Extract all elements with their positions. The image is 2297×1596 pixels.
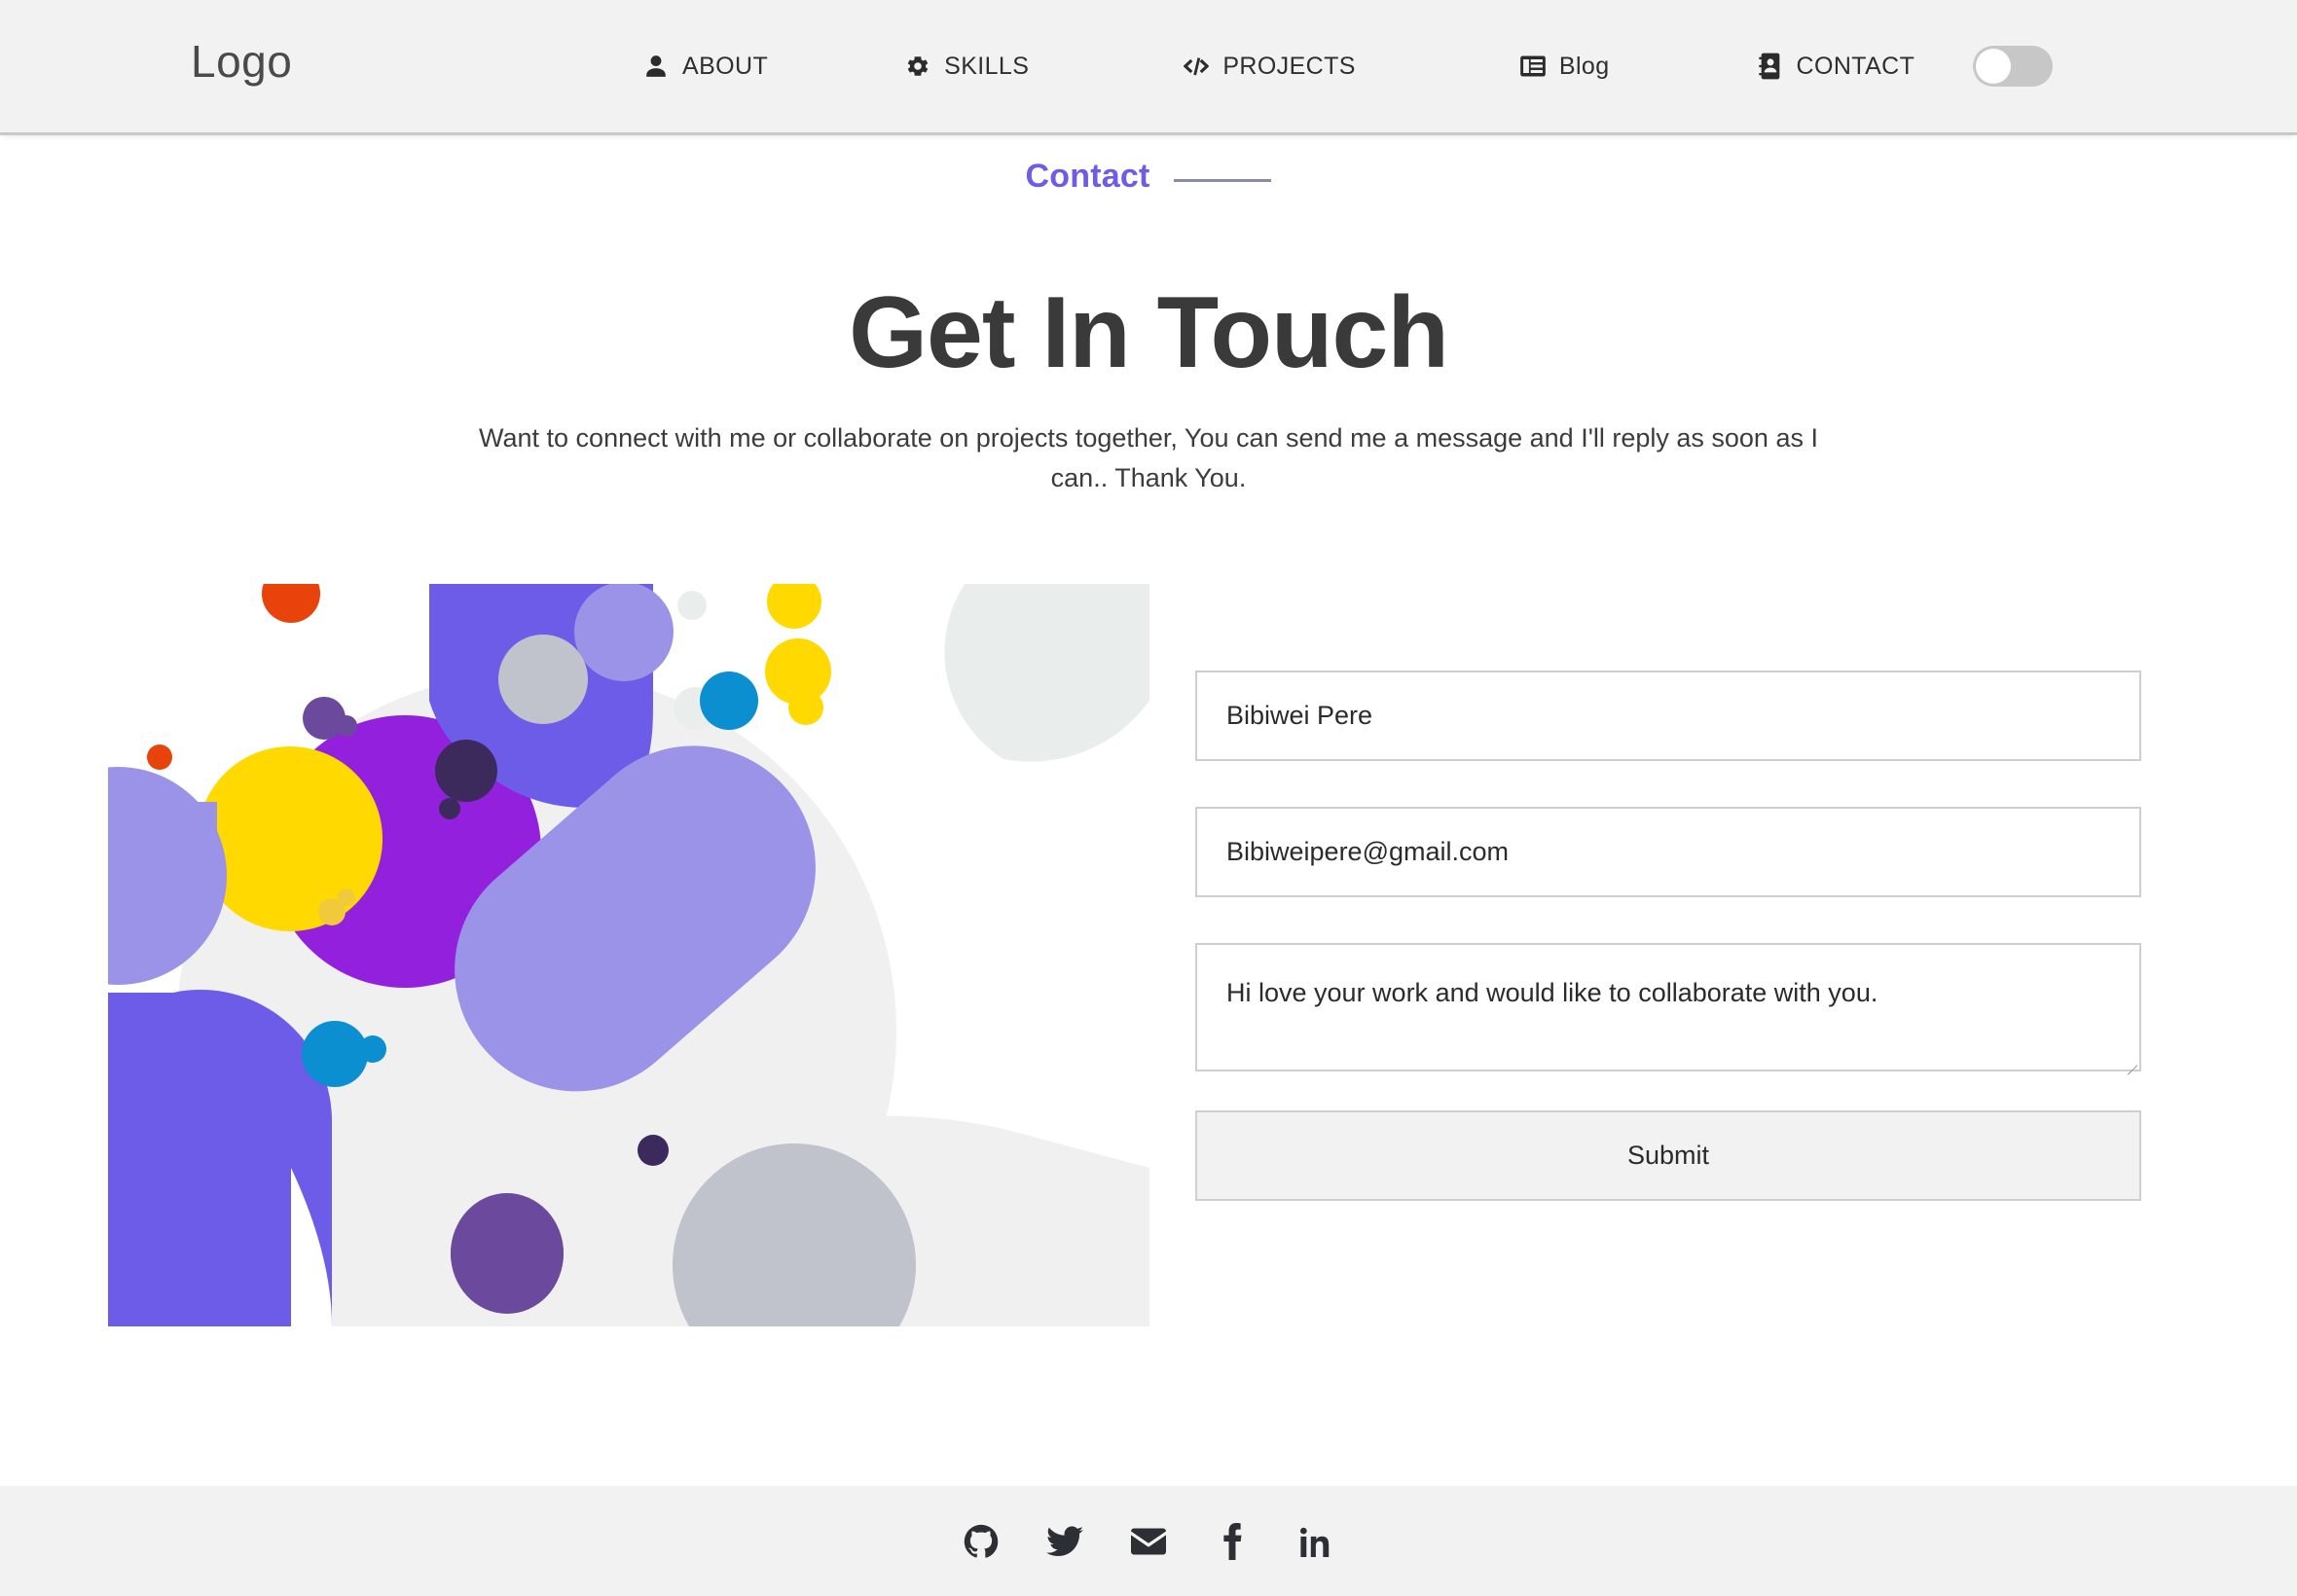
nav-label-projects: PROJECTS — [1222, 52, 1356, 80]
submit-button[interactable]: Submit — [1195, 1110, 2141, 1201]
address-book-icon — [1757, 53, 1784, 80]
theme-toggle[interactable] — [1973, 46, 2054, 87]
theme-toggle-knob — [1976, 49, 2012, 84]
social-links — [960, 1520, 1337, 1563]
main-navigation: ABOUT SKILLS PROJECTS Blog CONTACT — [642, 0, 2054, 132]
nav-label-about: ABOUT — [682, 52, 769, 80]
message-input[interactable]: Hi love your work and would like to coll… — [1195, 943, 2141, 1071]
linkedin-icon[interactable] — [1294, 1520, 1337, 1563]
nav-label-blog: Blog — [1558, 52, 1610, 80]
nav-item-contact[interactable]: CONTACT — [1757, 53, 1915, 81]
page-root: Logo ABOUT SKILLS PROJECTS Blog CONTACT … — [0, 0, 2297, 1596]
email-input[interactable] — [1195, 807, 2141, 897]
twitter-icon[interactable] — [1043, 1520, 1086, 1563]
page-subtitle: Want to connect with me or collaborate o… — [479, 423, 1818, 492]
message-input-wrapper: Hi love your work and would like to coll… — [1195, 943, 2141, 1071]
site-footer — [0, 1486, 2297, 1596]
nav-item-skills[interactable]: SKILLS — [904, 53, 1029, 81]
code-icon — [1183, 53, 1210, 80]
email-icon[interactable] — [1127, 1520, 1170, 1563]
site-logo[interactable]: Logo — [191, 39, 292, 84]
list-icon — [1519, 53, 1547, 80]
nav-item-blog[interactable]: Blog — [1519, 53, 1610, 81]
nav-label-skills: SKILLS — [944, 52, 1030, 80]
section-label-rule — [1174, 179, 1272, 182]
name-input[interactable] — [1195, 671, 2141, 761]
github-icon[interactable] — [960, 1520, 1003, 1563]
section-label: Contact — [1025, 158, 1150, 195]
user-icon — [642, 53, 670, 80]
gear-icon — [904, 53, 931, 80]
contact-form: Hi love your work and would like to coll… — [1195, 671, 2141, 1201]
abstract-blobs-illustration — [108, 584, 1149, 1326]
nav-item-about[interactable]: ABOUT — [642, 53, 768, 81]
section-label-row: Contact — [0, 158, 2297, 196]
facebook-icon[interactable] — [1211, 1520, 1254, 1563]
nav-item-projects[interactable]: PROJECTS — [1183, 53, 1356, 81]
nav-label-contact: CONTACT — [1796, 52, 1915, 80]
site-header: Logo ABOUT SKILLS PROJECTS Blog CONTACT — [0, 0, 2297, 135]
page-title: Get In Touch — [849, 276, 1449, 389]
